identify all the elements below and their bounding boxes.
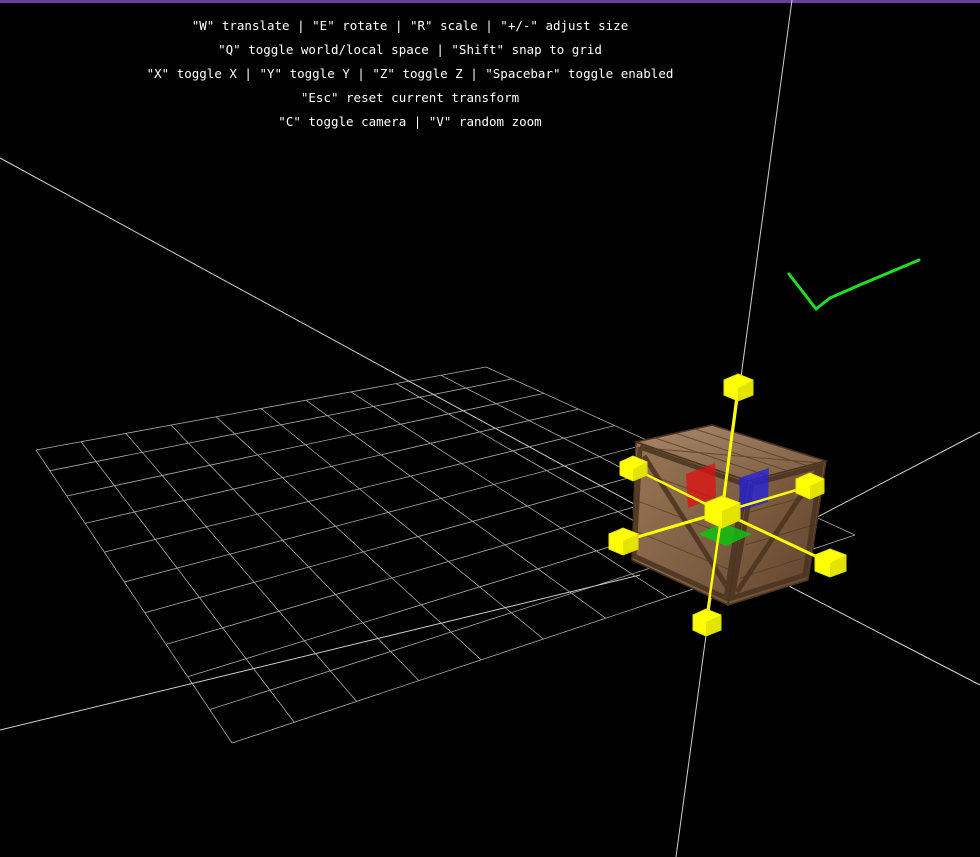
instruction-line-transform-modes: "W" translate | "E" rotate | "R" scale |… <box>191 18 629 33</box>
grid-line <box>80 441 295 723</box>
grid-line <box>125 433 357 702</box>
instruction-line-reset: "Esc" reset current transform <box>300 90 520 105</box>
instruction-line-axis-toggles: "X" toggle X | "Y" toggle Y | "Z" toggle… <box>146 66 674 81</box>
instructions-panel: "W" translate | "E" rotate | "R" scale |… <box>0 14 820 134</box>
three-viewport[interactable]: "W" translate | "E" rotate | "R" scale |… <box>0 0 980 857</box>
grid-line <box>215 416 482 661</box>
grid-line <box>350 391 669 598</box>
grid-line <box>124 442 653 583</box>
axis-line-lower-left <box>0 574 641 731</box>
instruction-line-space-snap: "Q" toggle world/local space | "Shift" s… <box>218 42 602 57</box>
instruction-line-camera-zoom: "C" toggle camera | "V" random zoom <box>278 114 542 129</box>
grid-line <box>170 424 420 681</box>
check-mark-icon <box>787 258 921 311</box>
grid-line <box>305 399 607 619</box>
axis-line-left <box>0 157 701 541</box>
